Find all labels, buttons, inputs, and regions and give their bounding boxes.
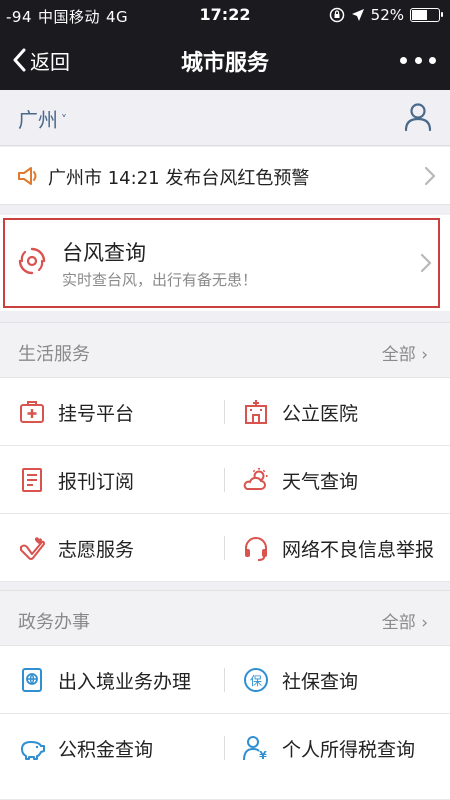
tax-person-icon: ¥ <box>243 736 267 762</box>
service-label: 出入境业务办理 <box>58 670 192 693</box>
service-item-income-tax[interactable]: ¥ 个人所得税查询 <box>242 714 447 782</box>
chevron-left-icon <box>13 48 26 72</box>
section-header-life-services: 生活服务 全部 › <box>0 322 450 378</box>
headset-icon <box>245 537 267 561</box>
typhoon-icon <box>18 247 46 275</box>
more-menu-button[interactable] <box>400 50 436 70</box>
speaker-icon <box>18 167 37 185</box>
hospital-icon <box>245 400 267 424</box>
service-item-housing-fund[interactable]: 公积金查询 <box>18 714 218 782</box>
city-selector[interactable]: 广州 ˅ <box>18 104 67 133</box>
service-label: 社保查询 <box>282 670 359 693</box>
service-label: 天气查询 <box>282 470 359 493</box>
service-row: 出入境业务办理 保 社保查询 <box>0 646 450 714</box>
navigation-bar: 返回 城市服务 <box>0 30 450 90</box>
city-bar: 广州 ˅ <box>0 90 450 146</box>
svg-text:保: 保 <box>250 674 262 688</box>
service-item-social-security[interactable]: 保 社保查询 <box>242 646 447 714</box>
divider <box>224 400 225 424</box>
service-item-report[interactable]: 网络不良信息举报 <box>242 514 447 582</box>
passport-icon <box>22 668 42 692</box>
service-row: 公积金查询 ¥ 个人所得税查询 <box>0 714 450 800</box>
location-arrow-icon <box>351 9 364 21</box>
service-item-newspaper[interactable]: 报刊订阅 <box>18 446 218 514</box>
user-profile-icon[interactable] <box>404 102 432 132</box>
svg-text:¥: ¥ <box>259 749 267 762</box>
piggy-bank-icon <box>21 741 45 760</box>
section-title: 生活服务 <box>18 344 90 365</box>
service-row: 志愿服务 网络不良信息举报 <box>0 514 450 582</box>
battery-percent: 52% <box>370 6 404 24</box>
typhoon-subtitle: 实时查台风，出行有备无患！ <box>62 271 258 289</box>
chevron-down-icon: ˅ <box>61 112 67 127</box>
more-dot-icon <box>400 56 407 64</box>
section-title: 政务办事 <box>18 612 90 633</box>
alert-text: 广州市 14:21 发布台风红色预警 <box>48 168 310 189</box>
status-bar: -94 中国移动 4G 17:22 52% <box>0 0 450 30</box>
service-item-immigration[interactable]: 出入境业务办理 <box>18 646 218 714</box>
more-dot-icon <box>414 56 422 64</box>
weather-icon <box>243 468 268 490</box>
divider <box>224 536 225 560</box>
service-label: 挂号平台 <box>58 402 135 425</box>
service-label: 公积金查询 <box>58 738 154 761</box>
section-header-government-affairs: 政务办事 全部 › <box>0 590 450 646</box>
battery-icon <box>410 8 443 22</box>
back-button[interactable]: 返回 <box>12 44 70 76</box>
service-item-weather[interactable]: 天气查询 <box>242 446 447 514</box>
service-item-volunteer[interactable]: 志愿服务 <box>18 514 218 582</box>
service-label: 报刊订阅 <box>58 470 135 493</box>
newspaper-icon <box>22 468 42 492</box>
heart-hand-icon <box>20 537 45 560</box>
back-label: 返回 <box>30 49 70 74</box>
more-dot-icon <box>429 56 436 64</box>
service-label: 公立医院 <box>282 402 359 425</box>
typhoon-title: 台风查询 <box>62 241 146 265</box>
chevron-right-icon <box>420 253 432 273</box>
service-label: 志愿服务 <box>58 538 135 561</box>
divider <box>224 736 225 760</box>
service-item-registration[interactable]: 挂号平台 <box>18 378 218 446</box>
service-label: 个人所得税查询 <box>282 738 416 761</box>
service-row: 挂号平台 公立医院 <box>0 378 450 446</box>
view-all-button[interactable]: 全部 › <box>382 340 428 365</box>
medical-kit-icon <box>20 401 44 423</box>
orientation-lock-icon <box>329 7 344 23</box>
status-icons: 52% <box>329 6 443 24</box>
social-security-icon: 保 <box>244 668 268 692</box>
battery-fill <box>412 10 427 20</box>
divider <box>224 468 225 492</box>
service-label: 网络不良信息举报 <box>282 538 435 561</box>
view-all-label: 全部 <box>381 345 416 365</box>
alert-banner[interactable]: 广州市 14:21 发布台风红色预警 <box>0 147 450 205</box>
view-all-label: 全部 <box>381 613 416 633</box>
service-row: 报刊订阅 天气查询 <box>0 446 450 514</box>
city-name: 广州 <box>18 108 58 132</box>
chevron-right-icon <box>424 166 436 186</box>
divider <box>224 668 225 692</box>
typhoon-query-card[interactable]: 台风查询 实时查台风，出行有备无患！ <box>0 215 450 311</box>
service-item-hospital[interactable]: 公立医院 <box>242 378 447 446</box>
view-all-button[interactable]: 全部 › <box>382 608 428 633</box>
